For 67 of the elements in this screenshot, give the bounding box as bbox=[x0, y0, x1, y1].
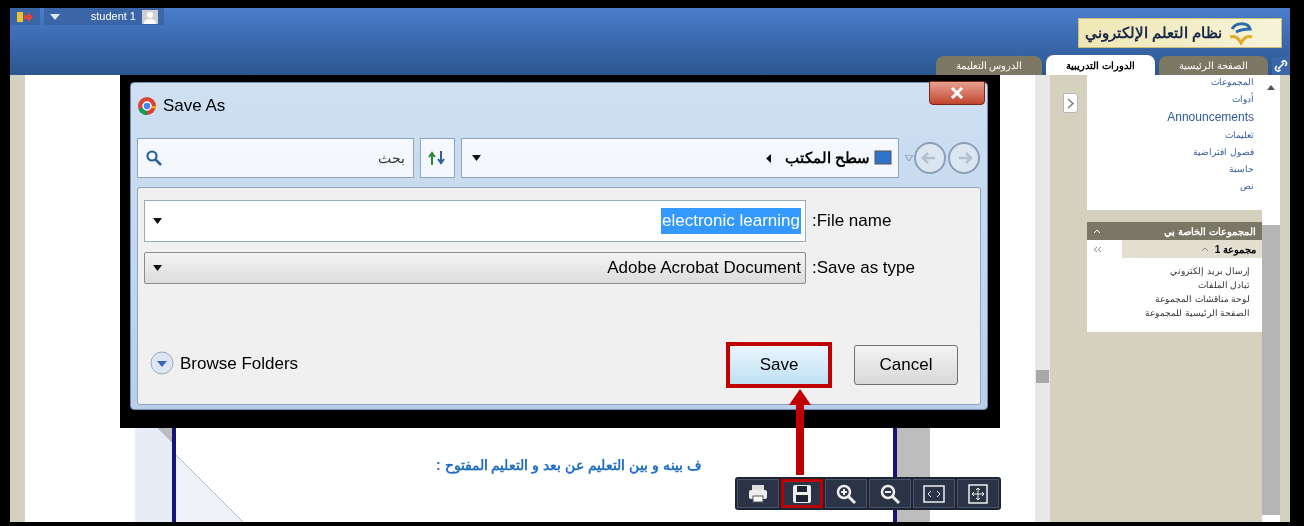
group-link[interactable]: لوحة مناقشات المجموعة bbox=[1155, 292, 1250, 306]
fit-page-icon bbox=[967, 482, 989, 505]
nav-tab[interactable]: الصفحة الرئيسية bbox=[1159, 56, 1268, 75]
close-button[interactable] bbox=[929, 81, 985, 105]
field-label: :File name bbox=[812, 210, 892, 233]
group-header[interactable]: مجموعة 1 bbox=[1122, 240, 1262, 258]
sidebar-link[interactable]: حاسبة bbox=[1229, 162, 1254, 176]
nav-tab[interactable]: الدروس التعليمة bbox=[935, 56, 1043, 75]
nav-tab[interactable]: الدورات التدريبية bbox=[1046, 55, 1156, 75]
browser-logo-icon bbox=[137, 96, 157, 116]
toolbar-button[interactable] bbox=[957, 479, 999, 508]
desktop-icon bbox=[874, 150, 892, 166]
close-icon bbox=[950, 87, 964, 99]
dialog-button[interactable]: Cancel bbox=[854, 345, 958, 385]
exit-door-icon bbox=[16, 11, 34, 22]
chevron-icon bbox=[1067, 97, 1074, 109]
toolbar-button[interactable] bbox=[869, 479, 911, 508]
browse-folders-link[interactable]: Browse Folders bbox=[180, 350, 299, 376]
printer-icon bbox=[747, 482, 769, 505]
zoom-in-icon bbox=[835, 482, 857, 505]
search-field[interactable]: بحث bbox=[137, 138, 414, 178]
user-name: student 1 bbox=[90, 9, 136, 25]
dropdown-caret-icon bbox=[153, 265, 162, 271]
field-label: :Save as type bbox=[812, 257, 915, 280]
sidebar-link[interactable]: المجموعات bbox=[1211, 75, 1254, 89]
breadcrumb-arrow-icon bbox=[765, 153, 771, 163]
search-input: بحث bbox=[162, 147, 405, 169]
user-menu[interactable]: student 1 bbox=[44, 8, 164, 25]
toolbar-button[interactable] bbox=[825, 479, 867, 508]
logo-title: نظام التعلم الإلكتروني bbox=[1085, 22, 1223, 45]
collapse-sidebar-button[interactable] bbox=[1063, 93, 1078, 113]
scroll-up-icon[interactable] bbox=[1267, 85, 1275, 90]
group-link[interactable]: إرسال بريد إلكتروني bbox=[1170, 264, 1250, 278]
search-icon bbox=[146, 150, 162, 166]
sidebar-link[interactable]: نص bbox=[1240, 179, 1254, 193]
toolbar-button[interactable] bbox=[781, 479, 823, 508]
sidebar-link[interactable]: تعليمات bbox=[1225, 128, 1254, 142]
group-link[interactable]: الصفحة الرئيسية للمجموعة bbox=[1145, 306, 1250, 320]
logo-icon bbox=[1228, 21, 1255, 45]
file-type-select[interactable]: Adobe Acrobat Document bbox=[144, 252, 806, 284]
caret-icon bbox=[50, 13, 60, 20]
refresh-arrows-icon bbox=[427, 149, 448, 167]
address-bar[interactable]: سطح المكتب bbox=[460, 138, 899, 178]
panel-title: المجموعات الخاصة بي bbox=[1164, 224, 1256, 239]
toolbar-button[interactable] bbox=[913, 479, 955, 508]
double-chevron-icon[interactable] bbox=[1093, 245, 1102, 253]
avatar-icon bbox=[142, 9, 158, 24]
page-decoration-drawing bbox=[176, 455, 246, 522]
group-name: مجموعة 1 bbox=[1214, 242, 1256, 257]
zoom-out-icon bbox=[879, 482, 901, 505]
refresh-button[interactable] bbox=[419, 138, 455, 178]
dropdown-caret-icon bbox=[471, 155, 481, 161]
sidebar-link[interactable]: Announcements bbox=[1167, 110, 1254, 125]
document-text: ف بينه و بين التعليم عن بعد و التعليم المفتوح : bbox=[436, 456, 702, 476]
toolbar-button[interactable] bbox=[737, 479, 779, 508]
logout-button[interactable] bbox=[10, 8, 40, 25]
dropdown-caret-icon bbox=[153, 218, 162, 224]
fit-width-icon bbox=[923, 482, 945, 505]
collapse-icon bbox=[1200, 246, 1209, 252]
dialog-title: Save As bbox=[163, 95, 226, 118]
link-icon[interactable] bbox=[1272, 57, 1290, 75]
sidebar-link[interactable]: فصول افتراضية bbox=[1193, 145, 1254, 159]
dialog-button[interactable]: Save bbox=[726, 342, 832, 388]
sidebar-link[interactable]: أدوات bbox=[1232, 92, 1254, 106]
group-link[interactable]: تبادل الملفات bbox=[1197, 278, 1250, 292]
location-text: سطح المكتب bbox=[784, 147, 870, 169]
collapse-icon[interactable] bbox=[1093, 228, 1101, 234]
